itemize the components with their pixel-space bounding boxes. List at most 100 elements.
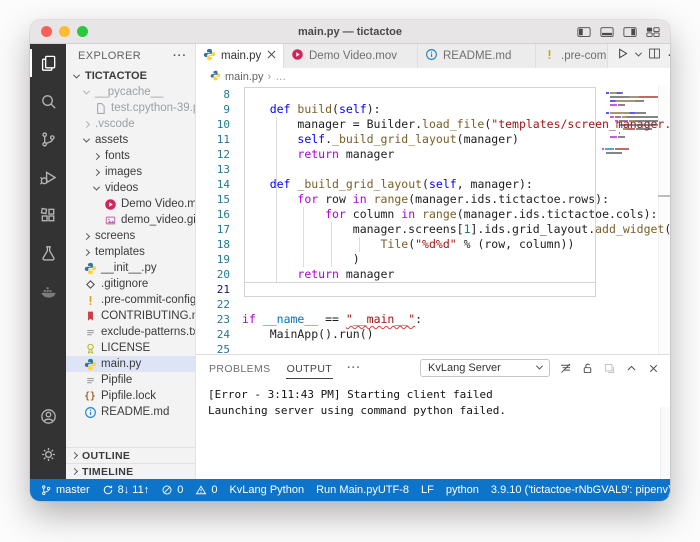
tree-item-vscode[interactable]: .vscode xyxy=(66,116,195,132)
panel-more-actions-icon[interactable]: ··· xyxy=(347,362,361,374)
tree-item-assets[interactable]: assets xyxy=(66,132,195,148)
status-text: python xyxy=(446,484,479,496)
split-editor-icon[interactable] xyxy=(648,47,661,65)
tab-pre-commit[interactable]: .pre-commit- xyxy=(536,44,608,68)
maximize-panel-icon[interactable] xyxy=(625,362,638,375)
output-channel-select[interactable]: KvLang Server xyxy=(420,359,550,377)
breadcrumb-file[interactable]: main.py xyxy=(225,71,264,83)
tab-demo-video-mov[interactable]: Demo Video.mov xyxy=(284,44,418,68)
open-in-editor-icon[interactable] xyxy=(603,362,616,375)
explorer-more-actions-icon[interactable]: ··· xyxy=(173,50,187,62)
sidebar-section-timeline[interactable]: TIMELINE xyxy=(66,463,195,479)
tree-item-images[interactable]: images xyxy=(66,164,195,180)
status-text: LF xyxy=(421,484,434,496)
status-errors[interactable]: 0 xyxy=(161,484,183,496)
mov-icon xyxy=(291,48,304,64)
breadcrumb-symbol[interactable]: … xyxy=(275,71,286,83)
tree-item-exclude-patterns-txt[interactable]: exclude-patterns.txt xyxy=(66,324,195,340)
tab-output[interactable]: OUTPUT xyxy=(286,358,334,379)
mov-file-icon xyxy=(102,198,118,211)
tree-item-init-py[interactable]: __init__.py xyxy=(66,260,195,276)
line-number: 24 xyxy=(196,327,242,342)
key-file-icon xyxy=(82,342,98,355)
title-bar: main.py — tictactoe xyxy=(30,20,670,44)
output-channel-value: KvLang Server xyxy=(428,362,501,374)
tree-item-gitignore[interactable]: .gitignore xyxy=(66,276,195,292)
editor-more-actions-icon[interactable]: ··· xyxy=(668,50,670,62)
status-language[interactable]: python xyxy=(446,484,479,496)
clear-output-icon[interactable] xyxy=(559,362,572,375)
status-kvlang[interactable]: KvLang Python xyxy=(229,484,304,496)
unlock-scroll-icon[interactable] xyxy=(581,362,594,375)
customize-layout-icon[interactable] xyxy=(646,26,660,38)
code-editor[interactable]: 89 def build(self):10 manager = Builder.… xyxy=(196,85,670,354)
run-python-file-button[interactable] xyxy=(616,47,629,65)
tab-main-py[interactable]: main.py xyxy=(196,44,284,68)
code-line-15: 15 for row in range(manager.ids.tictacto… xyxy=(196,192,670,207)
tree-item-main-py[interactable]: main.py xyxy=(66,356,195,372)
tree-item-fonts[interactable]: fonts xyxy=(66,148,195,164)
tree-item-templates[interactable]: templates xyxy=(66,244,195,260)
toggle-sidebar-right-icon[interactable] xyxy=(623,26,637,38)
code-line-24: 24 MainApp().run() xyxy=(196,327,670,342)
breadcrumb[interactable]: main.py › … xyxy=(196,68,670,85)
output-console[interactable]: [Error - 3:11:43 PM] Starting client fai… xyxy=(196,381,670,479)
status-text: Run Main.py xyxy=(316,484,378,496)
search-icon[interactable] xyxy=(30,82,66,120)
explorer-icon[interactable] xyxy=(30,44,66,82)
chevron-down-icon xyxy=(90,186,102,191)
explorer-header-label: EXPLORER xyxy=(78,50,141,62)
tree-item-tictactoe[interactable]: TICTACTOE xyxy=(66,68,195,84)
status-warnings[interactable]: 0 xyxy=(195,484,217,496)
source-control-icon[interactable] xyxy=(30,120,66,158)
sidebar-section-outline[interactable]: OUTLINE xyxy=(66,447,195,463)
code-line-25: 25 xyxy=(196,342,670,354)
desktop-background: main.py — tictactoe xyxy=(0,0,700,542)
run-dropdown-chevron-icon[interactable] xyxy=(635,50,642,57)
tab-readme-md[interactable]: README.md xyxy=(418,44,536,68)
tree-item-pycache[interactable]: __pycache__ xyxy=(66,84,195,100)
account-icon[interactable] xyxy=(30,397,66,435)
tab-label: main.py xyxy=(221,50,261,62)
status-interpreter[interactable]: 3.9.10 ('tictactoe-rNbGVAL9': pipenv) xyxy=(491,484,670,496)
tree-item-label: test.cpython-39.pyc xyxy=(111,102,195,114)
tree-item-pipfile[interactable]: Pipfile xyxy=(66,372,195,388)
tree-item-test-cpython-39-pyc[interactable]: test.cpython-39.pyc xyxy=(66,100,195,116)
tree-item-pre-commit-config[interactable]: .pre-commit-config.... xyxy=(66,292,195,308)
tree-item-screens[interactable]: screens xyxy=(66,228,195,244)
docker-icon[interactable] xyxy=(30,272,66,310)
close-panel-icon[interactable] xyxy=(647,362,660,375)
status-branch[interactable]: master xyxy=(40,484,90,496)
chevron-right-icon xyxy=(71,452,78,459)
toggle-sidebar-left-icon[interactable] xyxy=(577,26,591,38)
extensions-icon[interactable] xyxy=(30,196,66,234)
tab-label: README.md xyxy=(443,50,511,62)
tree-item-label: assets xyxy=(95,134,128,146)
tree-item-contributing-md[interactable]: CONTRIBUTING.md xyxy=(66,308,195,324)
tree-item-license[interactable]: LICENSE xyxy=(66,340,195,356)
scrollbar-slider[interactable] xyxy=(658,195,670,197)
tree-item-readme-md[interactable]: README.md xyxy=(66,404,195,420)
status-encoding[interactable]: UTF-8 xyxy=(378,484,409,496)
tab-problems[interactable]: PROBLEMS xyxy=(208,358,272,378)
close-tab-icon[interactable] xyxy=(267,50,276,62)
minimap[interactable] xyxy=(602,88,658,174)
run-debug-icon[interactable] xyxy=(30,158,66,196)
line-number: 14 xyxy=(196,177,242,192)
tree-item-demo-video-mov[interactable]: Demo Video.mov xyxy=(66,196,195,212)
output-line: [Error - 3:11:43 PM] Starting client fai… xyxy=(208,387,670,403)
status-eol[interactable]: LF xyxy=(421,484,434,496)
toggle-panel-icon[interactable] xyxy=(600,26,614,38)
status-run-main[interactable]: Run Main.py xyxy=(316,484,378,496)
tree-item-videos[interactable]: videos xyxy=(66,180,195,196)
status-sync[interactable]: 8↓ 11↑ xyxy=(102,484,150,496)
testing-icon[interactable] xyxy=(30,234,66,272)
tree-item-demo-video-gif[interactable]: demo_video.gif xyxy=(66,212,195,228)
tree-item-label: README.md xyxy=(101,406,169,418)
code-line-23: 23if __name__ == "__main__": xyxy=(196,312,670,327)
panel-scrollbar[interactable] xyxy=(660,407,670,479)
code-line-14: 14 def _build_grid_layout(self, manager)… xyxy=(196,177,670,192)
tree-item-pipfile-lock[interactable]: {}Pipfile.lock xyxy=(66,388,195,404)
settings-gear-icon[interactable] xyxy=(30,435,66,473)
chevron-down-icon xyxy=(70,74,82,79)
